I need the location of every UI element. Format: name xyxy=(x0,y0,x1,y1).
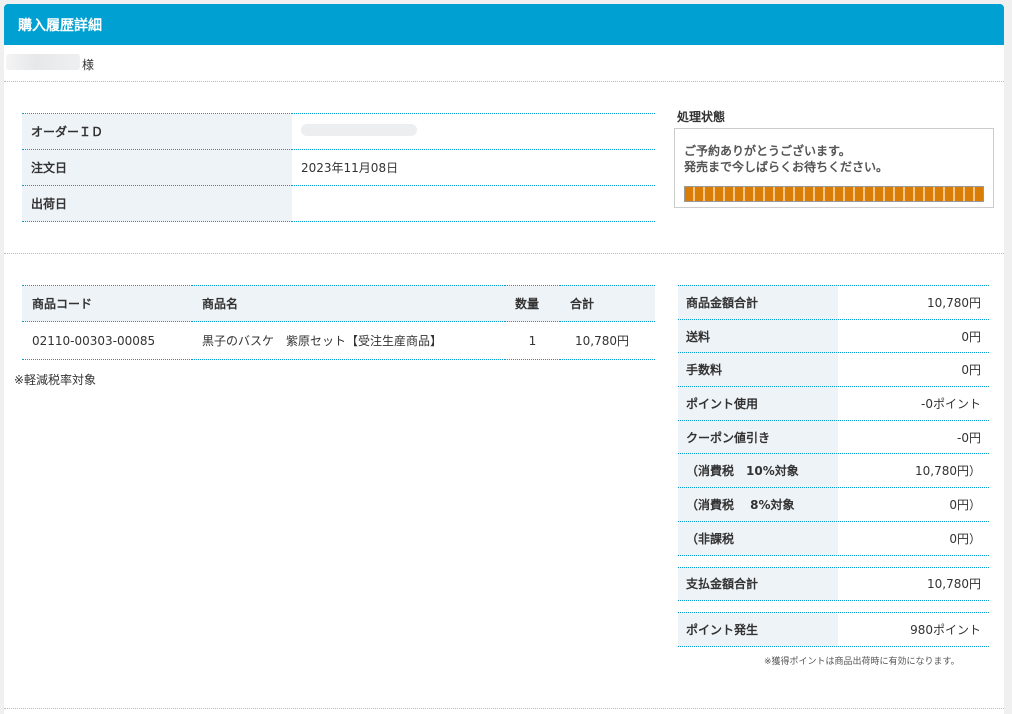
ship-date-label: 出荷日 xyxy=(22,185,292,222)
section-divider xyxy=(4,253,1004,254)
summary-row-points-earned: ポイント発生 980ポイント xyxy=(678,613,989,647)
order-date-label: 注文日 xyxy=(22,149,292,186)
item-name: 黒子のバスケ 紫原セット【受注生産商品】 xyxy=(192,321,505,360)
points-footnote: ※獲得ポイントは商品出荷時に有効になります。 xyxy=(764,657,960,667)
summary-value: 0円 xyxy=(961,363,981,378)
summary-label: クーポン値引き xyxy=(678,420,838,454)
order-row-ship: 出荷日 xyxy=(22,185,655,222)
page-title: 購入履歴詳細 xyxy=(4,4,1004,45)
table-row: 02110-00303-00085 黒子のバスケ 紫原セット【受注生産商品】 1… xyxy=(22,321,655,360)
payment-summary: 商品金額合計 10,780円 送料 0円 手数料 0円 ポイント使用 -0ポイント クー… xyxy=(678,285,989,647)
order-id-blurred xyxy=(301,124,417,136)
col-code-header: 商品コード xyxy=(22,285,192,322)
order-id-value xyxy=(292,113,655,150)
summary-total-value: 10,780円 xyxy=(927,577,981,592)
summary-row-fee: 手数料 0円 xyxy=(678,353,989,388)
col-qty-header: 数量 xyxy=(505,285,560,322)
summary-row-coupon: クーポン値引き -0円 xyxy=(678,420,989,455)
status-box: ご予約ありがとうございます。 発売まで今しばらくお待ちください。 xyxy=(674,128,994,208)
order-date-value: 2023年11月08日 xyxy=(292,149,655,186)
items-header-row: 商品コード 商品名 数量 合計 xyxy=(22,285,655,322)
reduced-tax-note: ※軽減税率対象 xyxy=(14,373,97,387)
summary-row-subtotal: 商品金額合計 10,780円 xyxy=(678,286,989,320)
summary-row-tax10: （消費税 10%対象 10,780円） xyxy=(678,454,989,489)
customer-honorific: 様 xyxy=(82,58,95,72)
summary-row-total: 支払金額合計 10,780円 xyxy=(678,567,989,602)
summary-label: 送料 xyxy=(678,319,838,353)
summary-label: 商品金額合計 xyxy=(678,286,838,319)
order-id-label: オーダーＩＤ xyxy=(22,113,292,150)
item-qty: 1 xyxy=(505,321,560,360)
summary-points-value: 980ポイント xyxy=(910,623,981,638)
summary-total-label: 支払金額合計 xyxy=(678,567,838,601)
summary-label: （非課税 xyxy=(678,521,838,555)
bottom-divider xyxy=(4,708,1004,709)
customer-name-row: 様 xyxy=(4,52,1004,82)
col-total-header: 合計 xyxy=(560,285,655,322)
status-progress-bar xyxy=(684,186,984,202)
ship-date-value xyxy=(292,185,655,222)
summary-label: 手数料 xyxy=(678,353,838,387)
customer-name-blurred xyxy=(6,54,80,70)
items-table: 商品コード 商品名 数量 合計 02110-00303-00085 黒子のバスケ… xyxy=(22,285,655,360)
summary-points-label: ポイント発生 xyxy=(678,613,838,646)
summary-label: （消費税 10%対象 xyxy=(678,454,838,488)
status-title: 処理状態 xyxy=(677,110,726,124)
summary-row-shipping: 送料 0円 xyxy=(678,319,989,354)
status-line-2: 発売まで今しばらくお待ちください。 xyxy=(684,160,889,174)
order-row-date: 注文日 2023年11月08日 xyxy=(22,149,655,186)
summary-value: 10,780円） xyxy=(915,464,981,479)
summary-value: -0円 xyxy=(957,430,981,445)
order-info-table: オーダーＩＤ 注文日 2023年11月08日 出荷日 xyxy=(22,113,655,222)
summary-row-tax8: （消費税 8%対象 0円） xyxy=(678,488,989,522)
item-code: 02110-00303-00085 xyxy=(22,321,192,360)
item-total: 10,780円 xyxy=(560,321,655,360)
summary-value: 10,780円 xyxy=(927,295,981,310)
summary-row-points-used: ポイント使用 -0ポイント xyxy=(678,387,989,421)
summary-value: 0円） xyxy=(949,531,981,546)
summary-row-nontax: （非課税 0円） xyxy=(678,521,989,556)
summary-value: -0ポイント xyxy=(921,396,981,411)
summary-label: ポイント使用 xyxy=(678,387,838,420)
purchase-history-panel: 購入履歴詳細 様 オーダーＩＤ 注文日 2023年11月08日 出荷日 処理状態… xyxy=(4,4,1004,714)
summary-value: 0円） xyxy=(949,497,981,512)
order-row-id: オーダーＩＤ xyxy=(22,113,655,150)
summary-label: （消費税 8%対象 xyxy=(678,488,838,521)
summary-value: 0円 xyxy=(961,329,981,344)
col-name-header: 商品名 xyxy=(192,285,505,322)
status-line-1: ご予約ありがとうございます。 xyxy=(684,144,851,158)
